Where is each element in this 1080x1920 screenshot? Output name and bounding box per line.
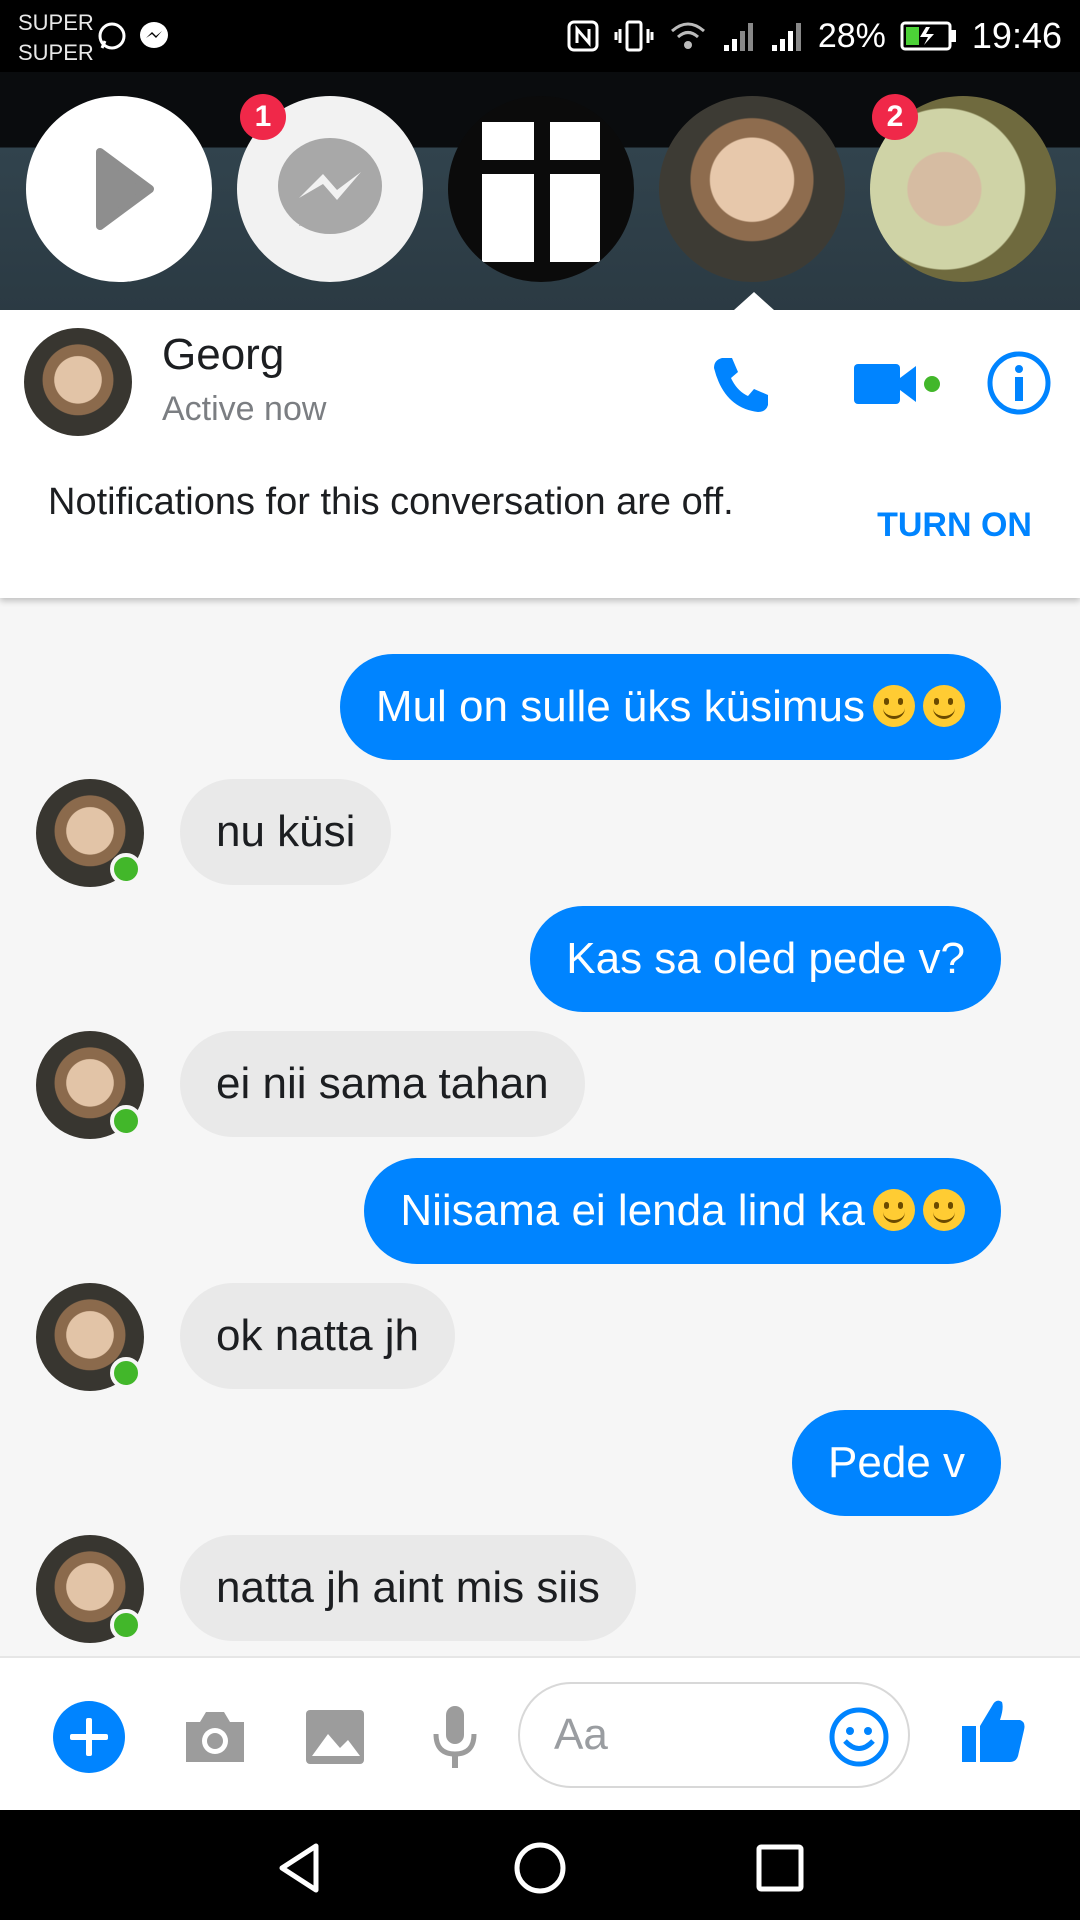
- active-head-pointer: [734, 292, 774, 310]
- turn-on-notifications-button[interactable]: TURN ON: [877, 506, 1032, 545]
- message-input-placeholder: Aa: [554, 1710, 608, 1759]
- recents-icon[interactable]: [750, 1838, 810, 1898]
- smiley-emoji: [873, 1189, 915, 1231]
- message-bubble-outgoing[interactable]: Mul on sulle üks küsimus: [339, 654, 1001, 760]
- message-bubble-outgoing[interactable]: Niisama ei lenda lind ka: [364, 1158, 1001, 1264]
- carrier-label: SUPER SUPER: [18, 8, 94, 68]
- message-input[interactable]: Aa: [518, 1682, 910, 1788]
- status-icons: 28% 19:46: [566, 14, 1062, 58]
- online-indicator: [110, 1357, 142, 1389]
- nfc-icon: [567, 20, 599, 52]
- battery-icon: [900, 21, 956, 51]
- unread-badge: 2: [872, 94, 918, 140]
- message-bubble-outgoing[interactable]: Pede v: [792, 1410, 1001, 1516]
- message-text: natta jh aint mis siis: [216, 1563, 600, 1612]
- chat-head-play[interactable]: [26, 96, 212, 282]
- smiley-emoji: [923, 685, 965, 727]
- message-text: Pede v: [828, 1438, 965, 1487]
- camera-icon[interactable]: [178, 1700, 252, 1774]
- phone-icon[interactable]: [708, 352, 774, 418]
- signal-icon: [723, 23, 753, 51]
- message-text: nu küsi: [216, 807, 356, 856]
- contact-name[interactable]: Georg: [162, 330, 284, 380]
- message-text: ei nii sama tahan: [216, 1059, 549, 1108]
- image-icon[interactable]: [298, 1700, 372, 1774]
- vibrate-icon: [614, 20, 654, 52]
- notification-icons: [96, 20, 170, 52]
- clock: 19:46: [971, 15, 1062, 56]
- messenger-icon: [140, 22, 168, 48]
- message-text: Niisama ei lenda lind ka: [400, 1186, 865, 1235]
- unread-badge: 1: [240, 94, 286, 140]
- play-icon: [96, 148, 154, 230]
- message-bubble-outgoing[interactable]: Kas sa oled pede v?: [530, 906, 1001, 1012]
- wifi-icon: [670, 22, 705, 49]
- online-indicator: [110, 853, 142, 885]
- home-icon[interactable]: [510, 1838, 570, 1898]
- chat-head-cross[interactable]: [448, 96, 634, 282]
- smiley-emoji: [873, 685, 915, 727]
- plus-icon[interactable]: [52, 1700, 126, 1774]
- notifications-off-message: Notifications for this conversation are …: [48, 481, 734, 523]
- system-navigation-bar: [0, 1810, 1080, 1920]
- online-indicator: [110, 1105, 142, 1137]
- carrier-line-2: SUPER: [18, 40, 94, 65]
- status-bar: SUPER SUPER 28% 19:46: [0, 0, 1080, 72]
- message-text: Kas sa oled pede v?: [566, 934, 965, 983]
- message-bubble-incoming[interactable]: ok natta jh: [180, 1283, 456, 1389]
- thumbs-up-icon[interactable]: [956, 1694, 1030, 1768]
- chat-head-georg[interactable]: [659, 96, 845, 282]
- microphone-icon[interactable]: [418, 1700, 492, 1774]
- smiley-emoji: [923, 1189, 965, 1231]
- message-text: ok natta jh: [216, 1311, 420, 1360]
- contact-avatar[interactable]: [24, 328, 132, 436]
- message-bubble-incoming[interactable]: nu küsi: [180, 779, 392, 885]
- emoji-icon[interactable]: [828, 1706, 890, 1768]
- conversation-panel: Georg Active now Notifications for this …: [0, 310, 1080, 1810]
- whatsapp-icon: [98, 22, 126, 50]
- video-call-icon[interactable]: [852, 356, 942, 412]
- message-bubble-incoming[interactable]: ei nii sama tahan: [180, 1031, 585, 1137]
- battery-percent: 28%: [817, 16, 886, 55]
- message-bubble-incoming[interactable]: natta jh aint mis siis: [180, 1535, 636, 1641]
- message-text: Mul on sulle üks küsimus: [375, 682, 865, 731]
- online-indicator: [110, 1609, 142, 1641]
- carrier-line-1: SUPER: [18, 10, 94, 35]
- cross-icon: [478, 116, 604, 266]
- conversation-header: Georg Active now Notifications for this …: [0, 310, 1080, 598]
- message-composer: Aa: [0, 1656, 1080, 1810]
- contact-status: Active now: [162, 390, 327, 428]
- signal-icon-2: [771, 23, 801, 51]
- info-icon[interactable]: [986, 350, 1052, 416]
- back-icon[interactable]: [270, 1838, 330, 1898]
